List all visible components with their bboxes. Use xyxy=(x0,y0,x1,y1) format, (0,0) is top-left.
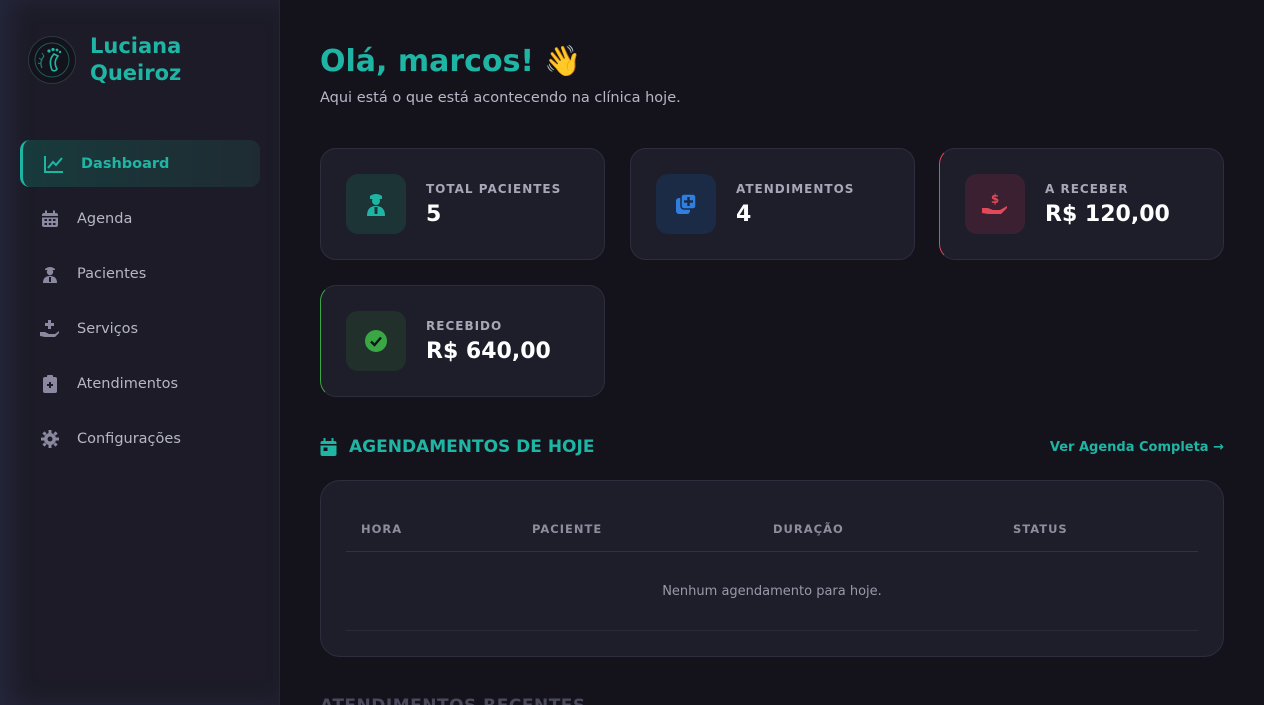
stat-label: TOTAL PACIENTES xyxy=(426,181,562,196)
table-header: HORA PACIENTE DURAÇÃO STATUS xyxy=(346,481,1198,552)
column-header-hora: HORA xyxy=(361,522,403,536)
sidebar-item-label: Configurações xyxy=(77,430,181,447)
page-title: Olá, marcos! 👋 xyxy=(320,44,581,79)
sidebar: Luciana Queiroz Dashboard Agenda Pacient… xyxy=(0,0,280,705)
user-nurse-icon xyxy=(346,174,406,234)
calendar-icon xyxy=(40,209,60,229)
column-header-paciente: PACIENTE xyxy=(532,522,603,536)
calendar-icon xyxy=(320,438,337,456)
column-header-duracao: DURAÇÃO xyxy=(773,522,844,536)
appointments-title-text: AGENDAMENTOS DE HOJE xyxy=(349,437,595,457)
stat-value: R$ 120,00 xyxy=(1045,201,1170,227)
see-full-agenda-link[interactable]: Ver Agenda Completa → xyxy=(1050,440,1224,455)
appointments-table: HORA PACIENTE DURAÇÃO STATUS Nenhum agen… xyxy=(320,480,1224,657)
sidebar-item-label: Agenda xyxy=(77,210,133,227)
sidebar-item-configuracoes[interactable]: Configurações xyxy=(20,415,260,462)
brand[interactable]: Luciana Queiroz xyxy=(28,33,220,87)
file-medical-icon xyxy=(656,174,716,234)
brand-name: Luciana Queiroz xyxy=(90,33,220,87)
page-subtitle: Aqui está o que está acontecendo na clín… xyxy=(320,90,681,106)
stat-card-atendimentos: ATENDIMENTOS 4 xyxy=(630,148,915,260)
greeting-text: Olá, marcos! xyxy=(320,44,535,79)
stat-label: RECEBIDO xyxy=(426,318,503,333)
sidebar-item-label: Dashboard xyxy=(81,155,170,172)
main-content: Olá, marcos! 👋 Aqui está o que está acon… xyxy=(281,0,1264,705)
stat-value: 5 xyxy=(426,201,442,227)
stat-label: ATENDIMENTOS xyxy=(736,181,855,196)
wave-emoji: 👋 xyxy=(544,44,582,79)
foot-icon xyxy=(28,36,76,84)
column-header-status: STATUS xyxy=(1013,522,1068,536)
check-circle-icon xyxy=(346,311,406,371)
sidebar-item-label: Serviços xyxy=(77,320,139,337)
sidebar-item-label: Pacientes xyxy=(77,265,147,282)
user-doctor-icon xyxy=(40,264,60,284)
sidebar-item-atendimentos[interactable]: Atendimentos xyxy=(20,360,260,407)
stat-card-recebido: RECEBIDO R$ 640,00 xyxy=(320,285,605,397)
sidebar-item-agenda[interactable]: Agenda xyxy=(20,195,260,242)
chart-line-icon xyxy=(44,154,64,174)
empty-state-message: Nenhum agendamento para hoje. xyxy=(346,552,1198,631)
stat-card-a-receber: $ A RECEBER R$ 120,00 xyxy=(939,148,1224,260)
recent-appointments-title: ATENDIMENTOS RECENTES xyxy=(320,696,586,705)
svg-text:$: $ xyxy=(991,192,999,206)
brand-name-line2: Queiroz xyxy=(90,61,182,85)
sidebar-item-label: Atendimentos xyxy=(77,375,179,392)
clipboard-icon xyxy=(40,374,60,394)
sidebar-item-dashboard[interactable]: Dashboard xyxy=(20,140,260,187)
stat-value: R$ 640,00 xyxy=(426,338,551,364)
sidebar-item-pacientes[interactable]: Pacientes xyxy=(20,250,260,297)
stat-value: 4 xyxy=(736,201,752,227)
brand-name-line1: Luciana xyxy=(90,34,182,58)
gear-icon xyxy=(40,429,60,449)
hand-dollar-icon: $ xyxy=(965,174,1025,234)
sidebar-item-servicos[interactable]: Serviços xyxy=(20,305,260,352)
sidebar-nav: Dashboard Agenda Pacientes Serviços Aten… xyxy=(20,140,260,470)
hand-medical-icon xyxy=(40,319,60,339)
appointments-title: AGENDAMENTOS DE HOJE xyxy=(320,437,594,457)
stat-label: A RECEBER xyxy=(1045,181,1129,196)
app: Luciana Queiroz Dashboard Agenda Pacient… xyxy=(0,0,1264,705)
stat-card-total-pacientes: TOTAL PACIENTES 5 xyxy=(320,148,605,260)
